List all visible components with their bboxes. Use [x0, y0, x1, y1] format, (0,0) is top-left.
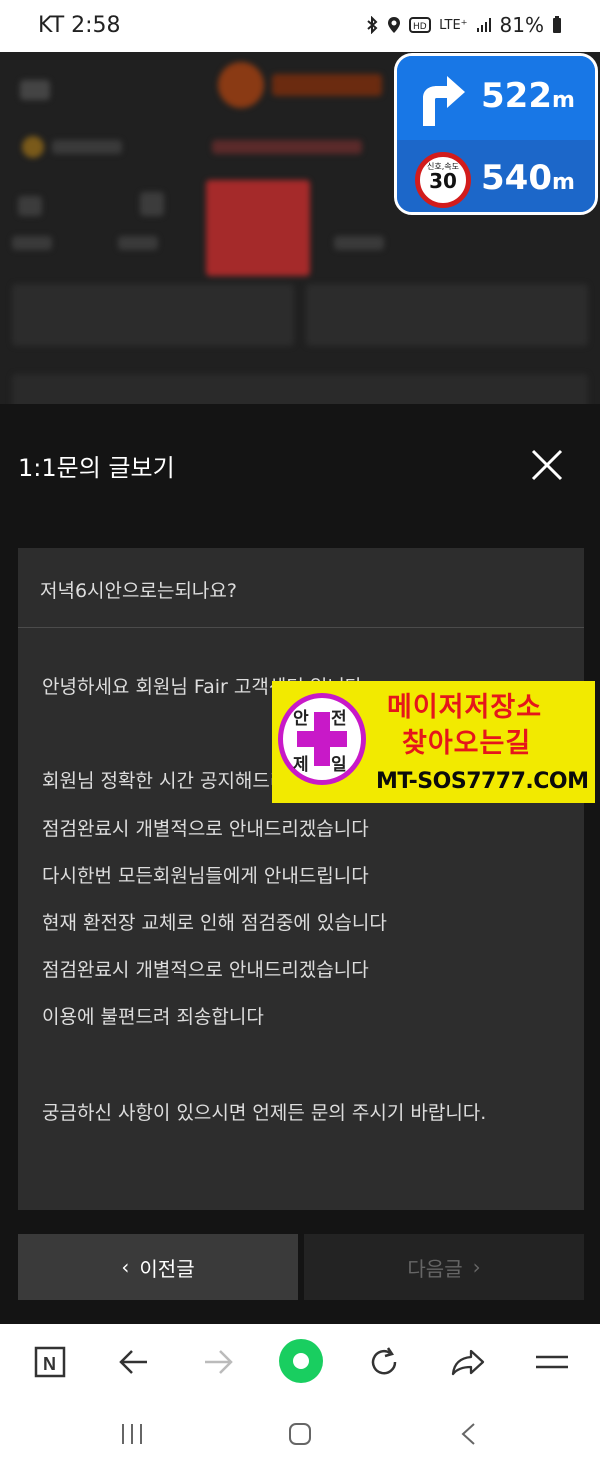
- naver-n-icon: N: [34, 1346, 66, 1378]
- forward-icon: [205, 1350, 233, 1374]
- camera-distance: 540m: [481, 158, 575, 198]
- home-icon: [289, 1423, 311, 1445]
- share-button[interactable]: [448, 1342, 488, 1382]
- answer-line: 궁금하신 사항이 있으시면 언제든 문의 주시기 바랍니다.: [42, 1102, 487, 1124]
- answer-line: 점검완료시 개별적으로 안내드리겠습니다: [42, 818, 369, 840]
- chevron-right-icon: ›: [472, 1255, 481, 1279]
- status-icons: HD LTE⁺ 81%: [365, 13, 562, 37]
- back-button[interactable]: [114, 1342, 154, 1382]
- green-dot-icon: [279, 1339, 323, 1383]
- close-icon: [531, 449, 563, 481]
- share-icon: [451, 1349, 485, 1376]
- answer-line: 이용에 불편드려 죄송합니다: [42, 1006, 264, 1028]
- prev-post-label: 이전글: [139, 1256, 195, 1281]
- next-post-button[interactable]: 다음글 ›: [304, 1234, 584, 1300]
- carrier-time: KT 2:58: [38, 13, 121, 38]
- system-back-button[interactable]: [448, 1414, 488, 1454]
- answer-line: 현재 환전장 교체로 인해 점검중에 있습니다: [42, 912, 387, 934]
- svg-text:HD: HD: [413, 22, 427, 32]
- reload-icon: [371, 1347, 397, 1375]
- lte-icon: LTE⁺: [439, 17, 468, 33]
- system-back-icon: [461, 1423, 475, 1445]
- answer-line: 다시한번 모든회원님들에게 안내드립니다: [42, 865, 369, 887]
- speed-limit-sign: 신호,속도 30: [415, 152, 471, 208]
- svg-text:N: N: [43, 1354, 56, 1374]
- signal-icon: [476, 18, 491, 32]
- next-post-label: 다음글: [407, 1256, 463, 1281]
- ad-banner[interactable]: 안 전 제 일 메이저저장소 찾아오는길 MT-SOS7777.COM: [272, 681, 595, 803]
- bluetooth-icon: [367, 16, 378, 34]
- chevron-left-icon: ‹: [121, 1255, 130, 1279]
- inquiry-subject: 저녁6시안으로는되나요?: [40, 580, 237, 602]
- browser-toolbar: N: [0, 1324, 600, 1402]
- ad-url: MT-SOS7777.COM: [376, 769, 589, 794]
- reload-button[interactable]: [364, 1342, 404, 1382]
- battery-percent: 81%: [499, 13, 544, 37]
- status-bar: KT 2:58 HD LTE⁺ 81%: [0, 0, 600, 52]
- green-dot-button[interactable]: [278, 1338, 324, 1384]
- back-icon: [119, 1350, 147, 1374]
- location-icon: [388, 17, 401, 33]
- menu-icon: [536, 1355, 568, 1369]
- system-nav-bar: [0, 1402, 600, 1467]
- home-button[interactable]: [280, 1414, 320, 1454]
- navigation-overlay: 522m 540m 신호,속도 30: [394, 53, 598, 215]
- turn-right-arrow-icon: [423, 76, 465, 126]
- ad-title-line2: 찾아오는길: [402, 728, 532, 759]
- ad-title-line1: 메이저저장소: [387, 692, 543, 723]
- naver-home-button[interactable]: N: [30, 1342, 70, 1382]
- modal-title: 1:1문의 글보기: [18, 454, 175, 482]
- recent-apps-button[interactable]: [112, 1414, 152, 1454]
- hd-icon: HD: [409, 17, 432, 33]
- ad-logo: 안 전 제 일: [278, 693, 366, 785]
- recent-apps-icon: [122, 1424, 142, 1444]
- battery-icon: [553, 16, 561, 33]
- close-button[interactable]: [530, 448, 564, 482]
- inquiry-subject-box: 저녁6시안으로는되나요?: [18, 548, 584, 628]
- answer-line: 점검완료시 개별적으로 안내드리겠습니다: [42, 959, 369, 981]
- forward-button[interactable]: [198, 1342, 238, 1382]
- menu-button[interactable]: [532, 1342, 572, 1382]
- turn-distance: 522m: [481, 76, 575, 116]
- prev-post-button[interactable]: ‹ 이전글: [18, 1234, 298, 1300]
